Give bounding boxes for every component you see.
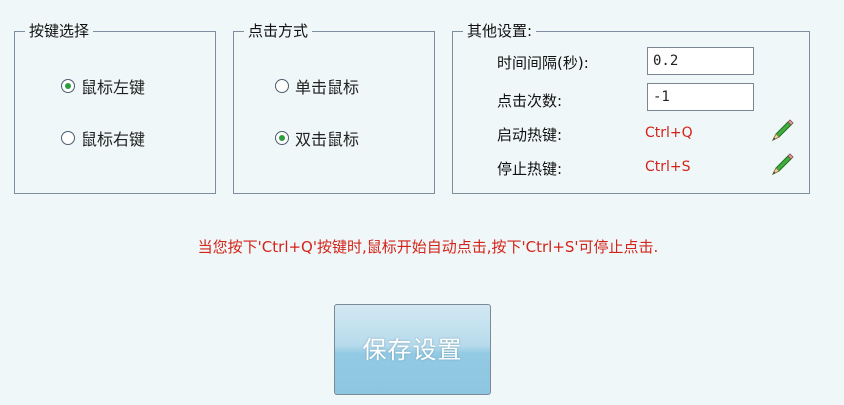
count-input[interactable]: -1 bbox=[647, 83, 754, 111]
interval-label: 时间间隔(秒): bbox=[497, 54, 589, 72]
key-select-title: 按键选择 bbox=[25, 21, 94, 41]
other-settings-title: 其他设置: bbox=[463, 21, 537, 41]
radio-indicator-double[interactable] bbox=[275, 131, 289, 145]
radio-single-label: 单击鼠标 bbox=[295, 78, 360, 97]
start-hotkey-value: Ctrl+Q bbox=[645, 125, 693, 141]
radio-indicator-single[interactable] bbox=[275, 79, 289, 93]
start-hotkey-label: 启动热键: bbox=[497, 126, 563, 144]
key-select-group: 按键选择 鼠标左键 鼠标右键 bbox=[14, 21, 216, 194]
stop-hotkey-value: Ctrl+S bbox=[645, 159, 691, 175]
stop-hotkey-label: 停止热键: bbox=[497, 160, 563, 178]
pencil-icon[interactable] bbox=[769, 152, 795, 178]
save-settings-button[interactable]: 保存设置 bbox=[334, 304, 491, 395]
radio-double-label: 双击鼠标 bbox=[295, 130, 360, 149]
radio-indicator-right[interactable] bbox=[61, 131, 75, 145]
other-settings-group: 其他设置: 时间间隔(秒): 0.2 点击次数: -1 启动热键: Ctrl+Q… bbox=[452, 21, 810, 194]
click-type-group: 点击方式 单击鼠标 双击鼠标 bbox=[233, 21, 435, 194]
click-type-title: 点击方式 bbox=[244, 21, 313, 41]
pencil-icon[interactable] bbox=[769, 118, 795, 144]
radio-right-button[interactable]: 鼠标右键 bbox=[61, 126, 145, 150]
radio-left-label: 鼠标左键 bbox=[81, 78, 146, 97]
hint-text: 当您按下'Ctrl+Q'按键时,鼠标开始自动点击,按下'Ctrl+S'可停止点击… bbox=[197, 238, 659, 256]
radio-indicator-left[interactable] bbox=[61, 79, 75, 93]
count-label: 点击次数: bbox=[497, 92, 563, 110]
interval-input[interactable]: 0.2 bbox=[647, 47, 754, 75]
radio-double-click[interactable]: 双击鼠标 bbox=[275, 126, 359, 150]
radio-single-click[interactable]: 单击鼠标 bbox=[275, 74, 359, 98]
radio-right-label: 鼠标右键 bbox=[81, 130, 146, 149]
radio-left-button[interactable]: 鼠标左键 bbox=[61, 74, 145, 98]
